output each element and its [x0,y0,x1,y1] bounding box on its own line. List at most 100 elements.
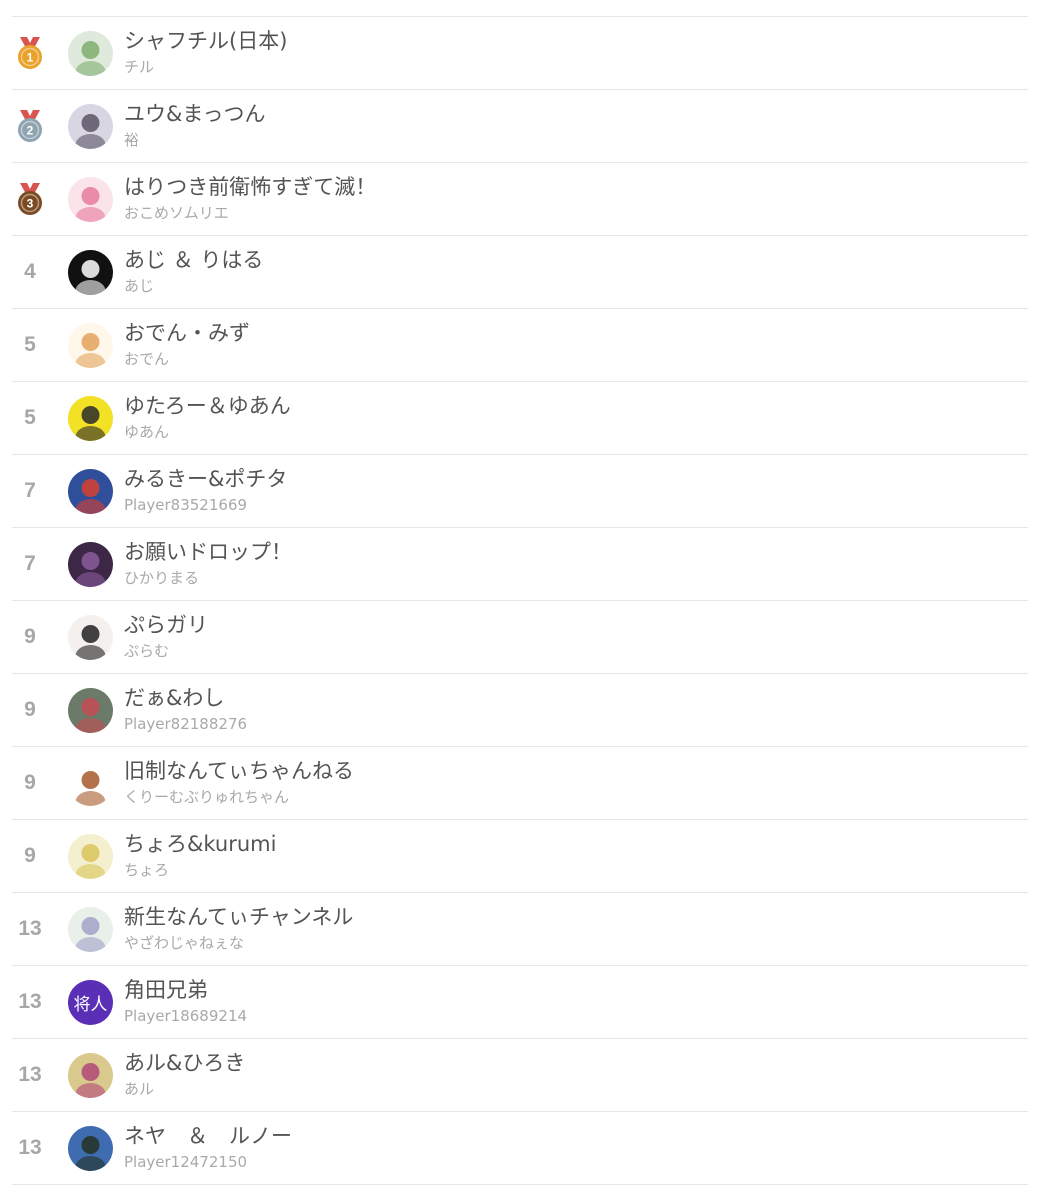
ranking-row[interactable]: 1 シャフチル(日本) チル [12,17,1028,90]
ranking-row[interactable]: 13 ネヤ ＆ ルノー Player12472150 [12,1112,1028,1185]
rank-number: 13 [18,990,42,1013]
svg-text:2: 2 [27,124,34,138]
player-name: ぷらむ [124,642,170,660]
player-name: ひかりまる [124,569,200,587]
avatar-squid-character-icon[interactable] [68,614,113,660]
avatar-yellow-character-icon[interactable] [68,395,113,441]
avatar-text: 将人 [73,994,108,1015]
team-info: ちょろ&kurumi ちょろ [124,831,276,881]
player-name: やざわじゃねぇな [124,934,245,952]
team-info: ネヤ ＆ ルノー Player12472150 [124,1123,292,1173]
svg-text:3: 3 [27,197,34,211]
avatar-pastel-figure-icon[interactable] [68,906,113,952]
team-name[interactable]: あじ ＆ りはる [124,247,263,273]
player-name: あル [124,1080,155,1098]
player-name: Player83521669 [124,496,248,514]
rank-number: 9 [24,771,36,794]
team-name[interactable]: ネヤ ＆ ルノー [124,1123,292,1149]
team-name[interactable]: ユウ&まっつん [124,101,266,127]
team-info: だぁ&わし Player82188276 [124,685,247,735]
team-name[interactable]: 旧制なんてぃちゃんねる [124,758,354,784]
rank-number: 5 [24,333,36,356]
ranking-row[interactable]: 9 だぁ&わし Player82188276 [12,674,1028,747]
rank-number: 13 [18,1136,42,1159]
avatar-face-closeup-icon[interactable] [68,1052,113,1098]
rank-number: 5 [24,406,36,429]
team-name[interactable]: みるきー&ポチタ [124,466,287,492]
player-name: 裕 [124,131,140,149]
team-info: みるきー&ポチタ Player83521669 [124,466,287,516]
team-name[interactable]: ゆたろー＆ゆあん [124,393,291,419]
player-name: Player18689214 [124,1007,248,1025]
player-name: ちょろ [124,861,170,879]
gold-medal-icon: 1 [12,35,48,71]
team-info: 新生なんてぃチャンネルやざわじゃねぇな [124,904,353,954]
team-name[interactable]: おでん・みず [124,320,250,346]
rank-number: 13 [18,917,42,940]
team-info: お願いドロップ！ ひかりまる [124,539,292,589]
avatar-game-scene-icon[interactable] [68,468,113,514]
team-info: おでん・みず おでん [124,320,250,370]
ranking-row[interactable]: 4 あじ ＆ りはるあじ [12,236,1028,309]
rank-number: 7 [24,552,36,575]
ranking-row[interactable]: 13 将人 角田兄弟 Player18689214 [12,966,1028,1039]
avatar-text-icon[interactable]: 将人 [68,979,113,1025]
team-name[interactable]: お願いドロップ！ [124,539,292,565]
rank-number: 4 [24,260,36,283]
team-name[interactable]: はりつき前衛怖すぎて滅！ [124,174,376,200]
player-name: チル [124,58,155,76]
avatar-brown-dog-icon[interactable] [68,760,113,806]
team-info: 旧制なんてぃちゃんねるくりーむぶりゅれちゃん [124,758,354,808]
team-name[interactable]: シャフチル(日本) [124,28,287,54]
team-name[interactable]: 角田兄弟 [124,977,247,1003]
avatar-stadium-photo-icon[interactable] [68,1125,113,1171]
avatar-white-character-icon[interactable] [68,30,113,76]
team-info: ユウ&まっつん裕 [124,101,266,151]
rank-number: 13 [18,1063,42,1086]
team-info: あじ ＆ りはるあじ [124,247,263,297]
ranking-row[interactable]: 9 ちょろ&kurumi ちょろ [12,820,1028,893]
svg-text:1: 1 [27,51,34,65]
team-name[interactable]: ちょろ&kurumi [124,831,276,857]
ranking-list: 1 シャフチル(日本) チル 2 ユウ&まっつん裕 3 はりつき前衛怖すぎて滅！ おこめソムリ… [12,16,1028,1185]
team-info: あル&ひろきあル [124,1050,245,1100]
player-name: Player82188276 [124,715,248,733]
avatar-pichu-icon[interactable] [68,833,113,879]
avatar-black-logo-icon[interactable] [68,249,113,295]
rank-number: 9 [24,625,36,648]
ranking-row[interactable]: 5 ゆたろー＆ゆあんゆあん [12,382,1028,455]
team-name[interactable]: だぁ&わし [124,685,247,711]
ranking-row[interactable]: 9 ぷらガリぷらむ [12,601,1028,674]
ranking-row[interactable]: 7 みるきー&ポチタ Player83521669 [12,455,1028,528]
team-info: はりつき前衛怖すぎて滅！ おこめソムリエ [124,174,376,224]
ranking-row[interactable]: 13 あル&ひろきあル [12,1039,1028,1112]
team-name[interactable]: ぷらガリ [124,612,208,638]
bronze-medal-icon: 3 [12,181,48,217]
player-name: おでん [124,350,170,368]
ranking-row[interactable]: 7 お願いドロップ！ ひかりまる [12,528,1028,601]
player-name: くりーむぶりゅれちゃん [124,788,290,806]
ranking-row[interactable]: 5 おでん・みずおでん [12,309,1028,382]
team-info: 角田兄弟 Player18689214 [124,977,247,1027]
player-name: ゆあん [124,423,170,441]
avatar-purple-room-icon[interactable] [68,541,113,587]
player-name: あじ [124,277,155,295]
avatar-anime-character-icon[interactable] [68,103,113,149]
avatar-sketch-character-icon[interactable] [68,322,113,368]
ranking-row[interactable]: 9 旧制なんてぃちゃんねるくりーむぶりゅれちゃん [12,747,1028,820]
ranking-row[interactable]: 3 はりつき前衛怖すぎて滅！ おこめソムリエ [12,163,1028,236]
silver-medal-icon: 2 [12,108,48,144]
team-info: ゆたろー＆ゆあんゆあん [124,393,291,443]
team-info: シャフチル(日本) チル [124,28,287,78]
rank-number: 9 [24,844,36,867]
rank-number: 7 [24,479,36,502]
rank-number: 9 [24,698,36,721]
avatar-pink-mushroom-icon[interactable] [68,176,113,222]
team-name[interactable]: あル&ひろき [124,1050,245,1076]
team-info: ぷらガリ ぷらむ [124,612,208,662]
team-name[interactable]: 新生なんてぃチャンネル [124,904,353,930]
avatar-figure-icon[interactable] [68,687,113,733]
ranking-row[interactable]: 2 ユウ&まっつん裕 [12,90,1028,163]
ranking-row[interactable]: 13 新生なんてぃチャンネルやざわじゃねぇな [12,893,1028,966]
player-name: おこめソムリエ [124,204,229,222]
